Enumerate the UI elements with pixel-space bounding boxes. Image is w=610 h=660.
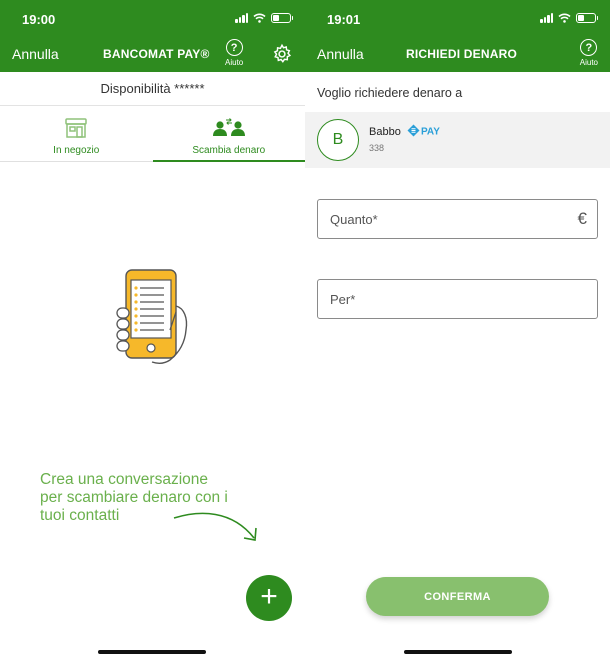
reason-placeholder: Per* — [330, 292, 356, 307]
bancomat-pay-badge: PAY — [407, 124, 440, 138]
status-time: 19:00 — [22, 12, 56, 27]
cancel-button[interactable]: Annulla — [317, 46, 364, 62]
help-button[interactable]: ? Aiuto — [225, 39, 243, 67]
signal-icon — [540, 13, 553, 23]
header: 19:01 Annulla RICHIEDI DENARO ? Aiuto — [305, 0, 610, 72]
amount-placeholder: Quanto* — [330, 212, 378, 227]
page-title: RICHIEDI DENARO — [406, 47, 518, 61]
contact-row[interactable]: B Babbo PAY 338 — [305, 112, 610, 168]
signal-icon — [235, 13, 248, 23]
contact-phone: 338 — [369, 143, 385, 153]
cancel-button[interactable]: Annulla — [12, 46, 59, 62]
tab-label: In negozio — [53, 145, 100, 156]
avatar: B — [317, 119, 359, 161]
balance-label: Disponibilità ****** — [0, 72, 305, 106]
status-icons — [540, 13, 598, 23]
battery-icon — [271, 13, 293, 23]
help-icon: ? — [580, 39, 598, 56]
wifi-icon — [253, 13, 266, 23]
help-button[interactable]: ? Aiuto — [580, 39, 598, 67]
gear-icon[interactable] — [271, 43, 293, 65]
amount-field[interactable]: Quanto* € — [317, 199, 598, 239]
home-indicator — [404, 650, 512, 654]
tab-bar: In negozio Scambia denaro — [0, 106, 305, 162]
pay-badge-text: PAY — [421, 127, 440, 138]
page-title: BANCOMAT PAY® — [103, 47, 210, 61]
battery-icon — [576, 13, 598, 23]
help-icon: ? — [225, 39, 243, 56]
status-icons — [235, 13, 293, 23]
status-time: 19:01 — [327, 12, 361, 27]
help-label: Aiuto — [225, 58, 244, 67]
wifi-icon — [558, 13, 571, 23]
confirm-button[interactable]: CONFERMA — [366, 577, 549, 616]
reason-field[interactable]: Per* — [317, 279, 598, 319]
curved-arrow-icon — [173, 512, 257, 541]
home-indicator — [98, 650, 206, 654]
tab-scambia-denaro[interactable]: Scambia denaro — [152, 106, 306, 162]
header: 19:00 Annulla BANCOMAT PAY® ? Aiuto — [0, 0, 305, 72]
euro-icon: € — [577, 209, 587, 228]
add-conversation-button[interactable]: + — [246, 575, 292, 621]
request-recipient-label: Voglio richiedere denaro a — [317, 86, 463, 100]
tab-in-negozio[interactable]: In negozio — [0, 106, 153, 161]
screen-bancomat-pay: 19:00 Annulla BANCOMAT PAY® ? Aiuto Disp — [0, 0, 305, 660]
contact-name: Babbo — [369, 126, 401, 138]
screen-richiedi-denaro: 19:01 Annulla RICHIEDI DENARO ? Aiuto Vo… — [305, 0, 610, 660]
help-label: Aiuto — [579, 58, 598, 67]
tab-label: Scambia denaro — [192, 145, 266, 156]
people-exchange-icon — [212, 118, 245, 136]
phone-in-hand-illustration — [116, 269, 188, 365]
store-icon — [65, 118, 87, 138]
